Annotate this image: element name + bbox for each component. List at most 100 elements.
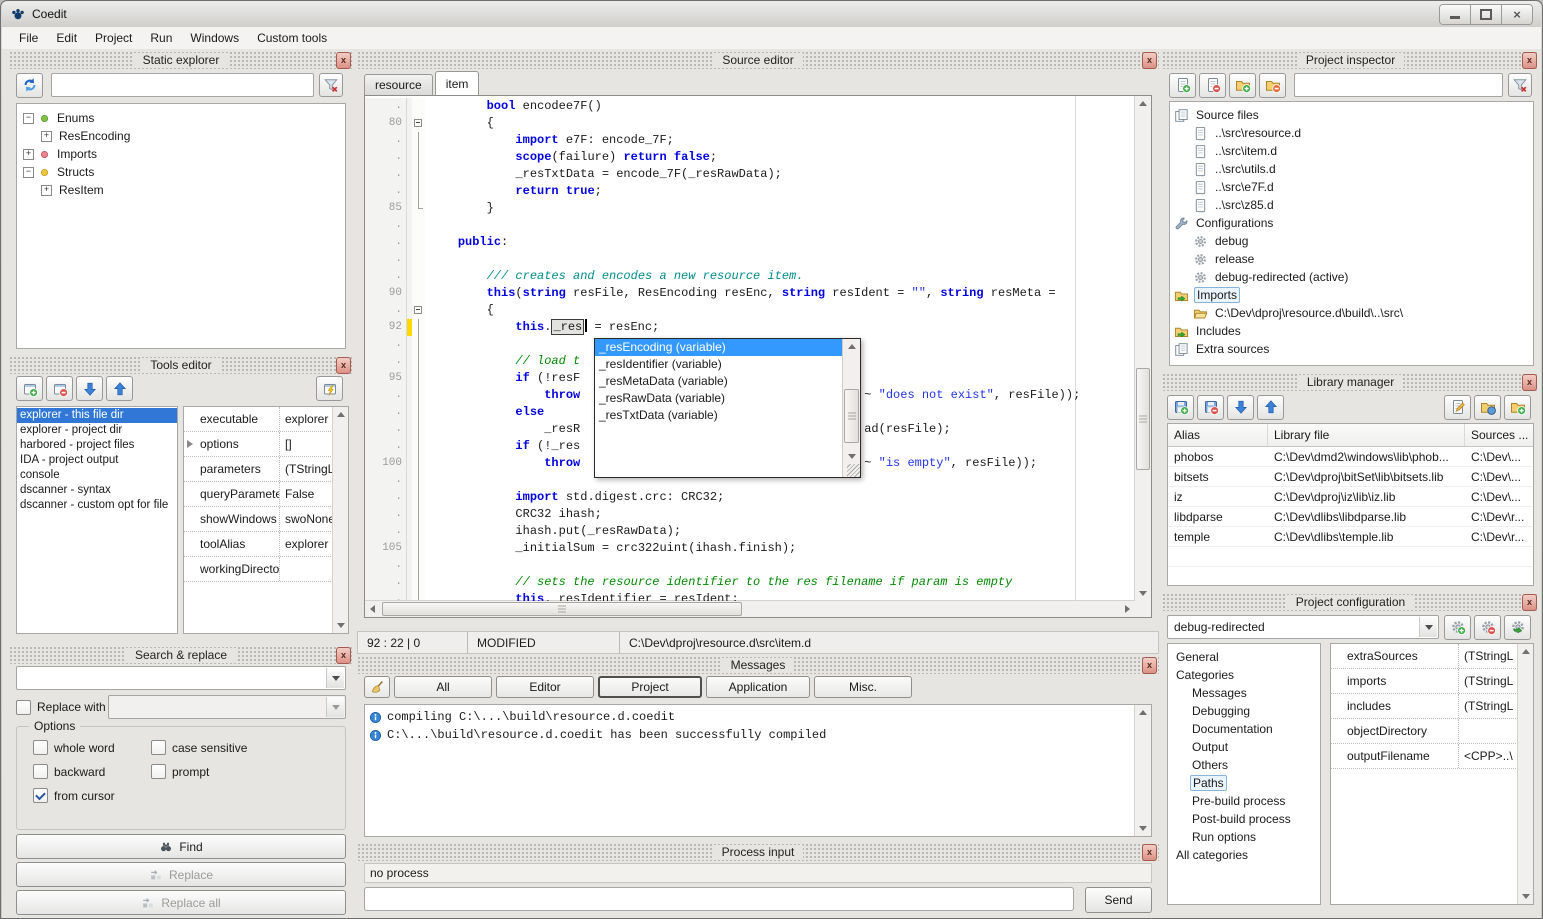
scroll-up-button[interactable] (333, 407, 348, 422)
expand-icon[interactable] (184, 440, 200, 448)
code-line[interactable]: 90 this(string resFile, ResEncoding resE… (365, 285, 1135, 302)
move-tool-up-button[interactable] (106, 376, 133, 401)
project-filter-input[interactable] (1294, 73, 1503, 97)
add-source-folder-button[interactable] (1229, 73, 1256, 98)
scroll-up-button[interactable] (1518, 644, 1533, 659)
project-tree-item[interactable]: debug (1170, 232, 1533, 250)
checkbox-prompt[interactable]: prompt (151, 764, 209, 779)
column-header-alias[interactable]: Alias (1168, 424, 1268, 446)
project-tree-item[interactable]: ..\src\e7F.d (1170, 178, 1533, 196)
code-line[interactable]: . public: (365, 234, 1135, 251)
project-tree-item[interactable]: C:\Dev\dproj\resource.d\build\..\src\ (1170, 304, 1533, 322)
register-library-from-folder-button[interactable] (1474, 395, 1501, 420)
category-item[interactable]: Categories (1168, 666, 1320, 684)
tool-list-item[interactable]: dscanner - custom opt for file (17, 498, 177, 513)
category-item[interactable]: Paths (1168, 774, 1320, 792)
search-replace-close-button[interactable]: x (336, 647, 351, 664)
library-table-header[interactable]: AliasLibrary fileSources ... (1168, 424, 1533, 447)
checkbox-backward[interactable]: backward (33, 764, 105, 779)
expand-icon[interactable]: + (41, 185, 52, 196)
replace-with-combobox[interactable] (108, 695, 346, 719)
scroll-left-button[interactable] (365, 601, 380, 617)
category-item[interactable]: General (1168, 648, 1320, 666)
category-item[interactable]: Debugging (1168, 702, 1320, 720)
code-line[interactable]: 105 _initialSum = crc322uint(ihash.finis… (365, 540, 1135, 557)
expand-icon[interactable]: + (23, 149, 34, 160)
add-library-button[interactable] (1167, 395, 1194, 420)
code-line[interactable]: . ihash.put(_resRawData); (365, 523, 1135, 540)
menu-item-custom-tools[interactable]: Custom tools (248, 28, 336, 48)
category-item[interactable]: Output (1168, 738, 1320, 756)
code-line[interactable]: 85 } (365, 200, 1135, 217)
tool-list-item[interactable]: harbored - project files (17, 438, 177, 453)
scrollbar-thumb[interactable] (844, 389, 859, 443)
scroll-right-button[interactable] (1120, 601, 1135, 617)
collapse-icon[interactable]: − (23, 167, 34, 178)
close-button[interactable]: × (1502, 5, 1532, 24)
filter-project[interactable]: Project (598, 676, 702, 698)
replace-all-button[interactable]: Replace all (16, 890, 346, 915)
property-row[interactable]: extraSources(TStringL (1331, 644, 1518, 669)
completion-item[interactable]: _resMetaData (variable) (595, 373, 843, 390)
property-row[interactable]: queryParametersFalse (184, 482, 333, 507)
completion-item[interactable]: _resEncoding (variable) (595, 339, 843, 356)
tool-list-item[interactable]: dscanner - syntax (17, 483, 177, 498)
library-manager-close-button[interactable]: x (1522, 374, 1537, 391)
replace-button[interactable]: Replace (16, 862, 346, 887)
project-tree-item[interactable]: Source files (1170, 106, 1533, 124)
menu-item-windows[interactable]: Windows (181, 28, 248, 48)
code-line[interactable]: . import std.digest.crc: CRC32; (365, 489, 1135, 506)
code-line[interactable]: . _resTxtData = encode_7F(_resRawData); (365, 166, 1135, 183)
editor-vertical-scrollbar[interactable] (1134, 96, 1151, 601)
project-tree-item[interactable]: debug-redirected (active) (1170, 268, 1533, 286)
message-row[interactable]: compiling C:\...\build\resource.d.coedit (365, 708, 1151, 726)
scroll-up-button[interactable] (1135, 96, 1151, 111)
tool-list-item[interactable]: IDA - project output (17, 453, 177, 468)
library-row[interactable]: bitsetsC:\Dev\dproj\bitSet\lib\bitsets.l… (1168, 467, 1533, 487)
property-row[interactable]: includes(TStringL (1331, 694, 1518, 719)
configuration-grid-scrollbar[interactable] (1517, 644, 1533, 904)
property-row[interactable]: parameters(TStringL (184, 457, 333, 482)
project-tree-item[interactable]: ..\src\utils.d (1170, 160, 1533, 178)
property-row[interactable]: executableexplorer (184, 407, 333, 432)
library-row[interactable]: templeC:\Dev\dlibs\temple.libC:\Dev\r... (1168, 527, 1533, 547)
menu-item-run[interactable]: Run (141, 28, 181, 48)
remove-source-folder-button[interactable] (1259, 73, 1286, 98)
project-tree-item[interactable]: release (1170, 250, 1533, 268)
scroll-up-button[interactable] (1135, 705, 1151, 720)
remove-source-file-button[interactable] (1199, 73, 1226, 98)
category-item[interactable]: Documentation (1168, 720, 1320, 738)
checkbox-case-sensitive[interactable]: case sensitive (151, 740, 247, 755)
project-tree-item[interactable]: ..\src\z85.d (1170, 196, 1533, 214)
checkbox-whole-word[interactable]: whole word (33, 740, 115, 755)
clear-filter-button[interactable] (1508, 73, 1532, 97)
code-line[interactable]: 80 { (365, 115, 1135, 132)
remove-library-button[interactable] (1197, 395, 1224, 420)
source-editor-close-button[interactable]: x (1142, 52, 1157, 69)
completion-item[interactable]: _resTxtData (variable) (595, 407, 843, 424)
property-row[interactable]: workingDirectory (184, 557, 333, 582)
filter-application[interactable]: Application (706, 676, 810, 698)
completion-scrollbar[interactable] (842, 339, 860, 477)
collapse-icon[interactable]: − (23, 113, 34, 124)
filter-misc[interactable]: Misc. (814, 676, 912, 698)
messages-close-button[interactable]: x (1142, 657, 1157, 674)
menu-item-file[interactable]: File (10, 28, 47, 48)
fold-collapse-icon[interactable] (412, 302, 425, 319)
category-item[interactable]: Messages (1168, 684, 1320, 702)
category-item[interactable]: Post-build process (1168, 810, 1320, 828)
project-tree-item[interactable]: Extra sources (1170, 340, 1533, 358)
category-item[interactable]: Others (1168, 756, 1320, 774)
property-row[interactable]: toolAliasexplorer (184, 532, 333, 557)
code-line[interactable]: . this._resIdentifier = resIdent; (365, 591, 1135, 601)
menu-item-edit[interactable]: Edit (47, 28, 86, 48)
code-line[interactable]: . (365, 557, 1135, 574)
project-tree-item[interactable]: Includes (1170, 322, 1533, 340)
completion-item[interactable]: _resRawData (variable) (595, 390, 843, 407)
library-row[interactable]: izC:\Dev\dproj\iz\lib\iz.libC:\Dev\... (1168, 487, 1533, 507)
checkbox-box[interactable] (151, 764, 166, 779)
clone-configuration-button[interactable] (1504, 615, 1531, 640)
code-line[interactable]: . (365, 251, 1135, 268)
category-item[interactable]: Pre-build process (1168, 792, 1320, 810)
tool-grid-scrollbar[interactable] (332, 407, 348, 633)
